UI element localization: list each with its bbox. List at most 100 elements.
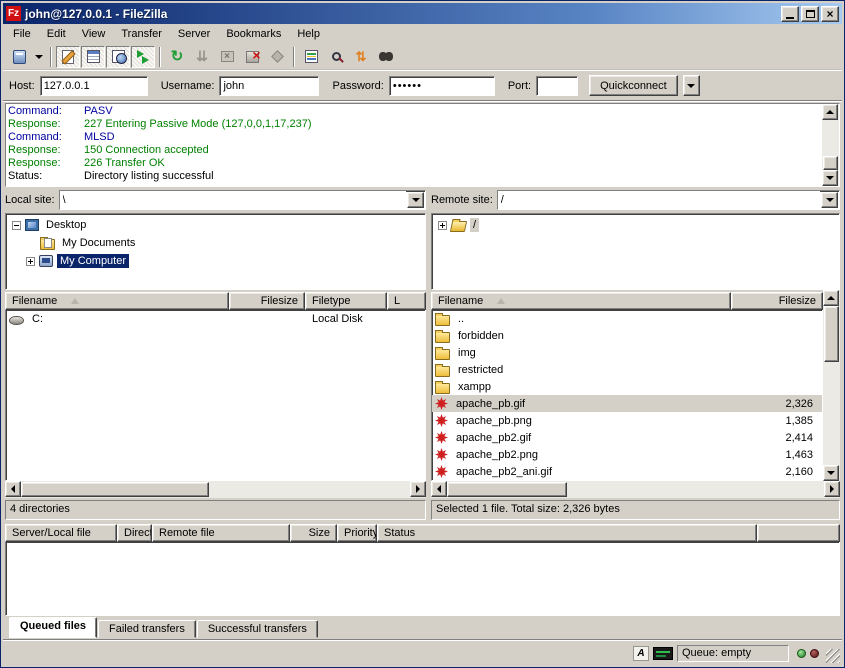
tree-item-desktop[interactable]: Desktop <box>6 216 425 234</box>
menu-transfer[interactable]: Transfer <box>113 26 170 42</box>
toggle-message-log-button[interactable] <box>56 46 80 68</box>
remote-site-dropdown[interactable] <box>821 192 838 208</box>
quickconnect-button[interactable]: Quickconnect <box>589 75 678 96</box>
host-input[interactable] <box>40 76 148 96</box>
file-row[interactable]: apache_pb2_ani.gif2,160 <box>432 463 822 480</box>
toggle-remote-tree-button[interactable] <box>106 46 130 68</box>
remote-vertical-scrollbar[interactable] <box>823 290 840 481</box>
port-input[interactable] <box>536 76 578 96</box>
expand-icon[interactable] <box>438 221 447 230</box>
transfer-type-indicator[interactable]: A <box>633 646 649 661</box>
collapse-icon[interactable] <box>12 221 21 230</box>
tree-item-root[interactable]: / <box>432 216 839 234</box>
refresh-button[interactable]: ↻ <box>165 46 189 68</box>
speed-limit-indicator[interactable] <box>653 647 673 660</box>
tree-item-my-computer[interactable]: My Computer <box>6 252 425 270</box>
file-name: xampp <box>458 381 491 393</box>
file-row[interactable]: apache_pb2.gif2,414 <box>432 429 822 446</box>
maximize-button[interactable] <box>801 6 819 22</box>
file-row[interactable]: .. <box>432 310 822 327</box>
process-queue-button[interactable]: ⇊ <box>190 46 214 68</box>
expand-icon[interactable] <box>26 257 35 266</box>
reconnect-button[interactable] <box>265 46 289 68</box>
close-button[interactable]: × <box>821 6 839 22</box>
remote-site-input[interactable] <box>498 191 820 209</box>
toggle-local-tree-button[interactable] <box>81 46 105 68</box>
scroll-thumb[interactable] <box>823 156 838 170</box>
tab-queued-files[interactable]: Queued files <box>9 617 97 638</box>
resize-grip[interactable] <box>826 649 840 663</box>
menu-file[interactable]: File <box>5 26 39 42</box>
column-last-modified[interactable]: L <box>387 292 426 310</box>
file-row[interactable]: img <box>432 344 822 361</box>
scroll-down-button[interactable] <box>822 170 838 186</box>
column-filesize[interactable]: Filesize <box>731 292 823 310</box>
scroll-up-button[interactable] <box>822 104 838 120</box>
column-filesize[interactable]: Filesize <box>229 292 305 310</box>
tree-item-my-documents[interactable]: My Documents <box>6 234 425 252</box>
column-label: Filesize <box>261 295 298 307</box>
scroll-right-button[interactable] <box>410 481 426 497</box>
scroll-left-button[interactable] <box>431 481 447 497</box>
tab-successful-transfers[interactable]: Successful transfers <box>197 620 318 638</box>
scroll-down-button[interactable] <box>823 465 839 481</box>
cancel-operation-button[interactable]: × <box>215 46 239 68</box>
folder-icon <box>435 383 450 394</box>
file-row[interactable]: restricted <box>432 361 822 378</box>
menu-view[interactable]: View <box>74 26 114 42</box>
file-row[interactable]: C: Local Disk <box>6 310 425 327</box>
filter-button[interactable] <box>299 46 323 68</box>
column-direction[interactable]: Directi... <box>117 524 152 542</box>
column-remote-file[interactable]: Remote file <box>152 524 290 542</box>
menu-server[interactable]: Server <box>170 26 218 42</box>
local-horizontal-scrollbar[interactable] <box>5 481 426 498</box>
scroll-left-button[interactable] <box>5 481 21 497</box>
file-row[interactable]: xampp <box>432 378 822 395</box>
username-input[interactable] <box>219 76 319 96</box>
remote-horizontal-scrollbar[interactable] <box>431 481 840 498</box>
scroll-right-button[interactable] <box>824 481 840 497</box>
password-input[interactable] <box>389 76 495 96</box>
toggle-queue-button[interactable] <box>131 46 155 68</box>
tab-failed-transfers[interactable]: Failed transfers <box>98 620 196 638</box>
local-site-dropdown[interactable] <box>407 192 424 208</box>
local-site-label: Local site: <box>5 194 55 206</box>
local-site-input[interactable] <box>60 191 406 209</box>
scroll-thumb[interactable] <box>21 482 209 497</box>
column-size[interactable]: Size <box>290 524 337 542</box>
chevron-down-icon <box>687 84 695 88</box>
file-row[interactable]: apache_pb.png1,385 <box>432 412 822 429</box>
scroll-up-button[interactable] <box>823 290 839 306</box>
directory-comparison-button[interactable] <box>324 46 348 68</box>
site-manager-button[interactable] <box>7 46 31 68</box>
remote-site-combo[interactable] <box>497 190 840 210</box>
local-site-combo[interactable] <box>59 190 426 210</box>
quickconnect-dropdown[interactable] <box>683 75 700 96</box>
menu-help[interactable]: Help <box>289 26 328 42</box>
log-text: PASV <box>84 105 113 118</box>
column-filename[interactable]: Filename <box>431 292 731 310</box>
minimize-button[interactable] <box>781 6 799 22</box>
scroll-thumb[interactable] <box>447 482 567 497</box>
file-row[interactable]: apache_pb2.png1,463 <box>432 446 822 463</box>
menu-edit[interactable]: Edit <box>39 26 74 42</box>
image-file-icon <box>435 431 448 444</box>
column-filename[interactable]: Filename <box>5 292 229 310</box>
column-label: Filename <box>438 295 483 307</box>
disconnect-button[interactable] <box>240 46 264 68</box>
find-files-button[interactable] <box>374 46 398 68</box>
file-row-selected[interactable]: apache_pb.gif2,326 <box>432 395 822 412</box>
column-status[interactable]: Status <box>377 524 757 542</box>
column-filetype[interactable]: Filetype <box>305 292 387 310</box>
log-label: Status: <box>8 170 84 183</box>
file-row[interactable]: forbidden <box>432 327 822 344</box>
folder-icon <box>435 366 450 377</box>
column-server-local-file[interactable]: Server/Local file <box>5 524 117 542</box>
log-scrollbar[interactable] <box>822 104 839 186</box>
scroll-thumb[interactable] <box>824 306 839 362</box>
column-priority[interactable]: Priority <box>337 524 377 542</box>
site-manager-dropdown[interactable] <box>32 46 46 68</box>
synchronized-browsing-button[interactable]: ⇅ <box>349 46 373 68</box>
log-text: 226 Transfer OK <box>84 157 165 170</box>
menu-bookmarks[interactable]: Bookmarks <box>218 26 289 42</box>
